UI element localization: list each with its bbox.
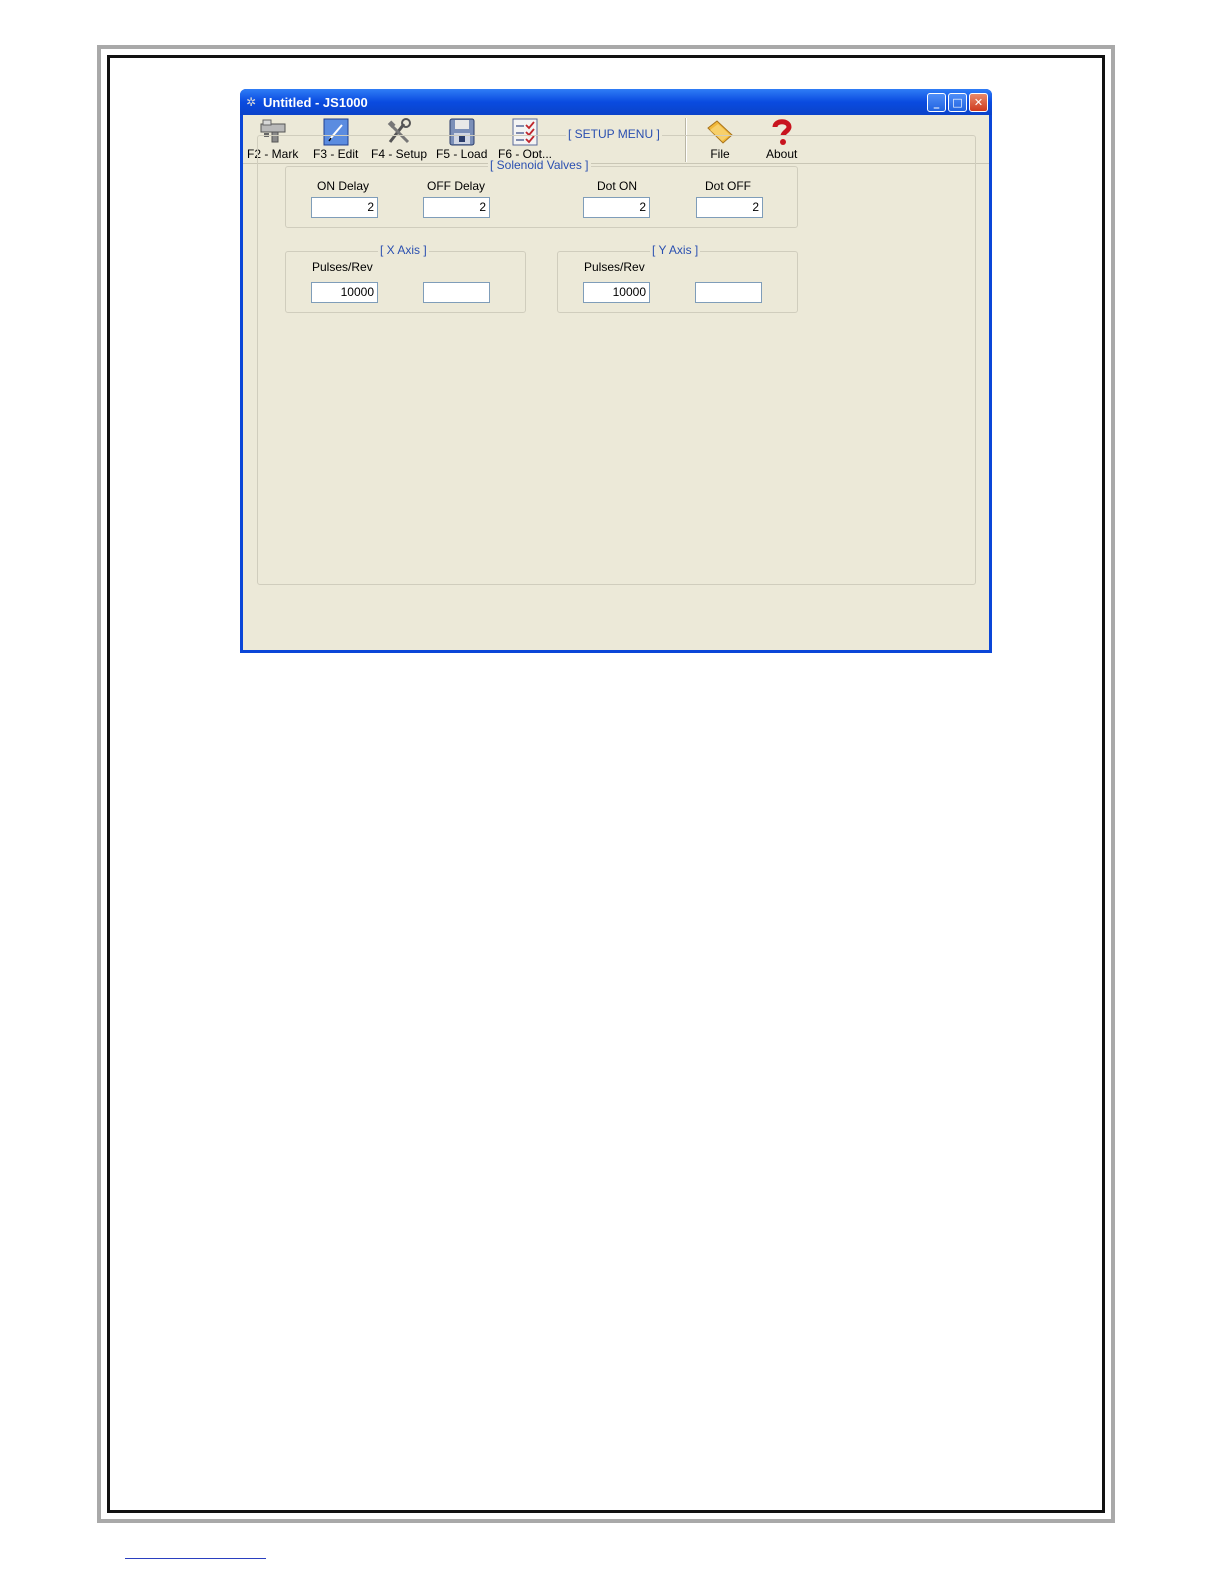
y-pulses-label: Pulses/Rev (584, 260, 645, 274)
footer-rule (125, 1558, 266, 1559)
solenoid-valves-group: [ Solenoid Valves ] ON Delay 2 OFF Delay… (285, 158, 798, 228)
x-pulses-field[interactable]: 10000 (311, 282, 378, 303)
close-button[interactable]: ✕ (969, 92, 988, 112)
solenoid-valves-title: [ Solenoid Valves ] (488, 158, 591, 172)
on-delay-field[interactable]: 2 (311, 197, 378, 218)
maximize-button[interactable]: □ (948, 92, 967, 112)
dot-off-field[interactable]: 2 (696, 197, 763, 218)
window-title: Untitled - JS1000 (263, 94, 368, 110)
x-axis-group: [ X Axis ] Pulses/Rev 10000 (285, 243, 526, 313)
y-secondary-field[interactable] (695, 282, 762, 303)
y-axis-title: [ Y Axis ] (650, 243, 701, 257)
dot-on-label: Dot ON (597, 179, 638, 193)
dot-off-label: Dot OFF (705, 179, 752, 193)
y-pulses-field[interactable]: 10000 (583, 282, 650, 303)
x-pulses-label: Pulses/Rev (312, 260, 373, 274)
client-area: F2 - Mark F3 - Edit F4 - Setup F5 - Load… (243, 115, 989, 650)
setup-menu-group: [ SETUP MENU ] [ Solenoid Valves ] ON De… (257, 127, 976, 585)
app-icon: ✲ (245, 95, 257, 109)
minimize-icon: _ (933, 95, 940, 109)
dot-on-field[interactable]: 2 (583, 197, 650, 218)
x-axis-title: [ X Axis ] (378, 243, 429, 257)
title-bar[interactable]: ✲ Untitled - JS1000 _ □ ✕ (240, 89, 992, 115)
setup-menu-title: [ SETUP MENU ] (566, 127, 662, 141)
app-window: ✲ Untitled - JS1000 _ □ ✕ F2 - Mark F3 -… (240, 89, 992, 653)
maximize-icon: □ (952, 95, 963, 109)
minimize-button[interactable]: _ (927, 92, 946, 112)
close-icon: ✕ (973, 95, 984, 109)
on-delay-label: ON Delay (317, 179, 370, 193)
off-delay-field[interactable]: 2 (423, 197, 490, 218)
off-delay-label: OFF Delay (427, 179, 486, 193)
y-axis-group: [ Y Axis ] Pulses/Rev 10000 (557, 243, 798, 313)
x-secondary-field[interactable] (423, 282, 490, 303)
